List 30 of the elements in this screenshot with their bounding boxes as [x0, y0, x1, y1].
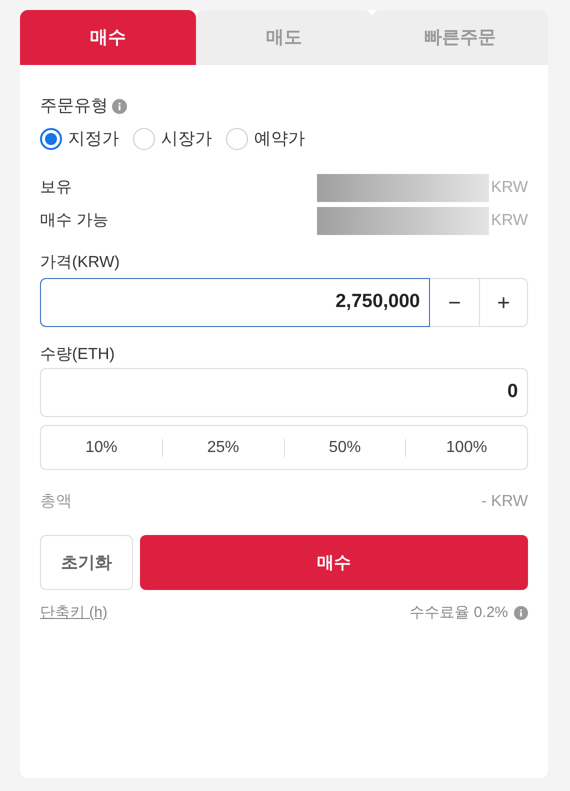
currency-unit: KRW [490, 178, 528, 198]
price-label: 가격(KRW) [40, 253, 121, 273]
currency-unit: KRW [490, 210, 528, 230]
increment-button[interactable]: + [479, 278, 528, 327]
balance-label: 보유 [40, 178, 73, 198]
radio-label[interactable]: 예약가 [254, 126, 305, 152]
percent-button[interactable]: 25% [162, 426, 284, 469]
percent-button[interactable]: 100% [406, 426, 527, 469]
decrement-button[interactable]: − [430, 278, 479, 327]
reset-button[interactable]: 초기화 [40, 535, 133, 590]
radio-label[interactable]: 시장가 [161, 126, 212, 152]
fee-rate-text: 수수료율 0.2% [410, 602, 508, 623]
shortcut-link[interactable]: 단축키 (h) [40, 602, 108, 624]
quantity-field[interactable]: 0 [40, 368, 528, 417]
radio-label[interactable]: 지정가 [68, 126, 119, 152]
buy-button[interactable]: 매수 [140, 535, 528, 590]
radio-button[interactable] [40, 128, 62, 150]
order-type-label: 주문유형 [40, 95, 108, 118]
tab[interactable]: 매수 [20, 10, 196, 65]
radio-button[interactable] [133, 128, 155, 150]
total-label: 총액 [40, 492, 72, 512]
percent-button[interactable]: 50% [284, 426, 406, 469]
total-value: - KRW [481, 492, 528, 512]
percent-button[interactable]: 10% [41, 426, 162, 469]
quantity-label: 수량(ETH) [40, 345, 116, 365]
balance-label: 매수 가능 [40, 210, 110, 230]
info-icon[interactable] [514, 606, 528, 620]
price-field[interactable]: 2,750,000 [40, 278, 430, 327]
info-icon[interactable] [112, 98, 127, 114]
radio-button[interactable] [226, 128, 248, 150]
